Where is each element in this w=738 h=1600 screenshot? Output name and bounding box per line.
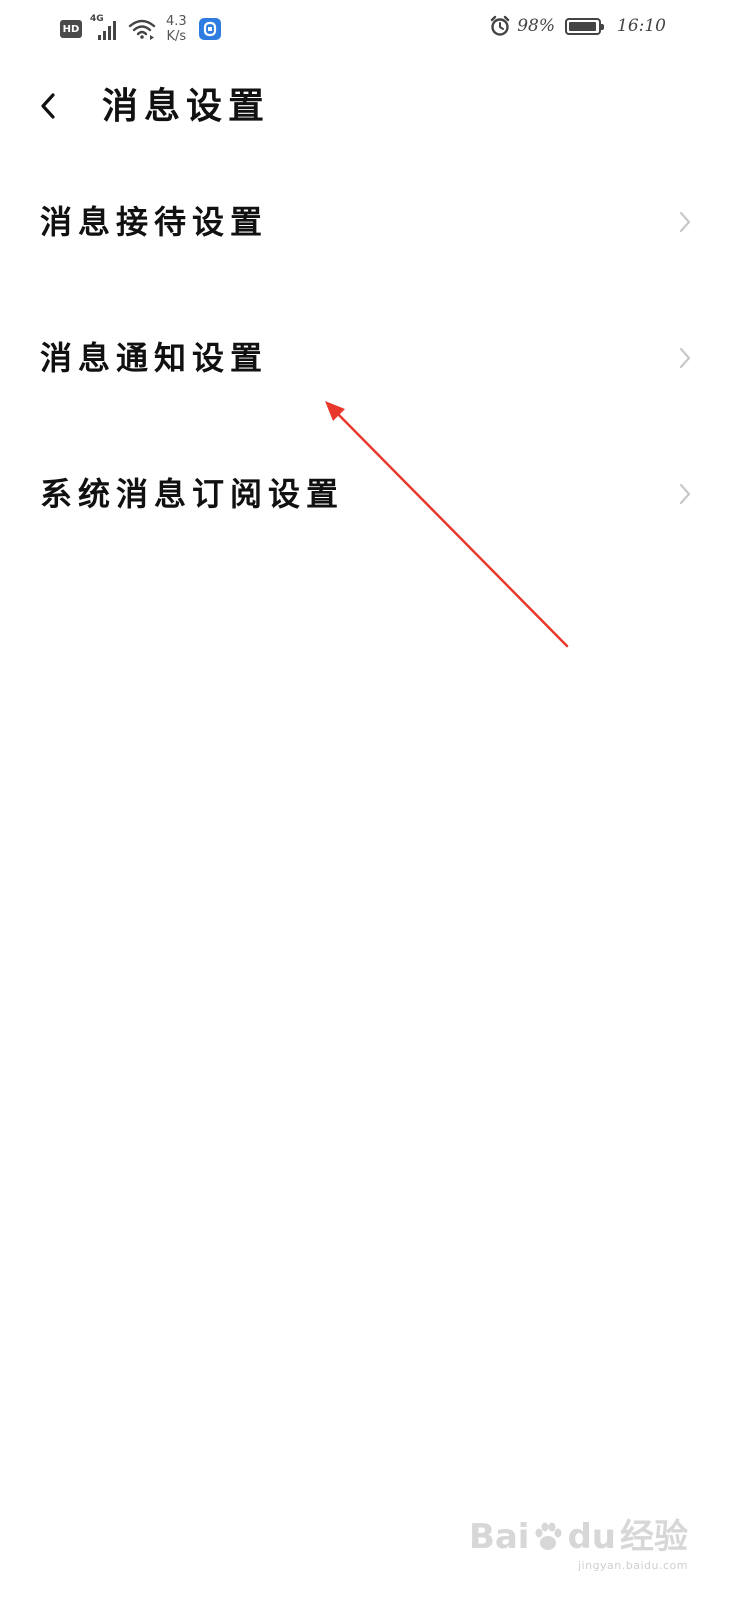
watermark-url: jingyan.baidu.com	[577, 1559, 688, 1572]
status-bar-left: HD 4G 4.3 K/s	[60, 14, 221, 44]
app-notification-icon	[198, 18, 221, 40]
chevron-left-icon	[41, 93, 55, 119]
signal-icon: 4G	[90, 14, 120, 41]
network-speed-value: 4.3	[166, 14, 187, 29]
watermark-text-bai: Bai	[468, 1517, 530, 1557]
menu-item-label: 系统消息订阅设置	[40, 475, 345, 513]
paw-icon	[535, 1522, 562, 1550]
status-bar-right: 98% 16:10	[489, 15, 666, 37]
chevron-right-icon	[679, 211, 691, 233]
menu-item-label: 消息接待设置	[40, 203, 269, 241]
menu-item-message-notification[interactable]: 消息通知设置	[0, 292, 738, 428]
battery-percent: 98%	[517, 16, 555, 36]
watermark-text-cn: 经验	[620, 1517, 688, 1557]
baidu-jingyan-watermark: Bai du 经验 jingyan.baidu.com	[469, 1517, 688, 1572]
back-button[interactable]	[28, 84, 68, 128]
hd-icon: HD	[60, 20, 82, 38]
battery-icon	[565, 17, 604, 35]
page-title: 消息设置	[102, 85, 271, 127]
page-header: 消息设置	[0, 70, 738, 146]
watermark-logo: Bai du 经验	[469, 1517, 688, 1557]
status-time: 16:10	[617, 16, 666, 36]
settings-menu: 消息接待设置 消息通知设置 系统消息订阅设置	[0, 156, 738, 564]
watermark-text-du: du	[567, 1517, 616, 1557]
menu-item-system-subscription[interactable]: 系统消息订阅设置	[0, 428, 738, 564]
signal-bars	[98, 21, 116, 40]
network-speed: 4.3 K/s	[166, 14, 187, 44]
battery-fill	[569, 21, 597, 31]
menu-item-label: 消息通知设置	[40, 339, 269, 377]
chevron-right-icon	[679, 483, 691, 505]
network-speed-unit: K/s	[166, 29, 187, 44]
menu-item-message-reception[interactable]: 消息接待设置	[0, 156, 738, 292]
wifi-icon	[128, 19, 156, 40]
chevron-right-icon	[679, 347, 691, 369]
status-bar: HD 4G 4.3 K/s 98% 16:10	[0, 0, 738, 60]
alarm-icon	[491, 15, 510, 36]
